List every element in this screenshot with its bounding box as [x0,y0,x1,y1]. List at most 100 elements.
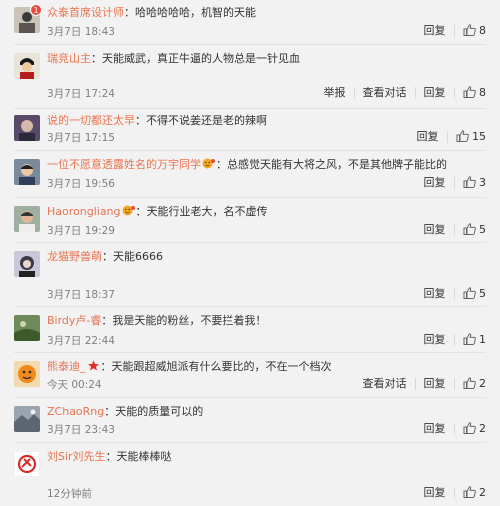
avatar[interactable] [14,361,40,387]
like-button[interactable]: 8 [463,85,486,101]
comment-time: 3月7日 17:15 [47,132,115,144]
like-count: 1 [479,333,486,346]
like-button[interactable]: 2 [463,421,486,437]
divider [14,242,486,243]
like-button[interactable]: 3 [463,175,486,191]
like-button[interactable]: 15 [456,129,486,145]
avatar[interactable] [14,251,40,277]
reply-button[interactable]: 回复 [424,332,446,348]
reply-button[interactable]: 回复 [424,23,446,39]
notification-badge: 1 [30,4,42,16]
comment-time: 3月7日 17:24 [47,88,115,100]
username-link[interactable]: Birdy卢-睿 [47,314,101,327]
avatar[interactable] [14,53,40,79]
comment-text: ：天能威武，真正牛逼的人物总是一针见血 [91,52,300,65]
like-count: 5 [479,223,486,236]
divider [453,487,455,499]
username-link[interactable]: 一位不愿意透露姓名的万宇同学 [47,158,201,171]
like-count: 8 [479,24,486,37]
comment-time: 3月7日 18:43 [47,26,115,38]
divider [14,306,486,307]
thumbs-up-icon [463,377,476,389]
avatar[interactable] [14,115,40,141]
comment-time: 3月7日 23:43 [47,424,115,436]
thumbs-up-icon [463,24,476,36]
like-count: 15 [472,130,486,143]
thumbs-up-icon [463,486,476,498]
username-link[interactable]: Haorongliang [47,205,121,218]
divider [446,131,448,143]
view-conversation-button[interactable]: 查看对话 [363,376,407,392]
username-link[interactable]: 众泰首席设计师 [47,6,124,19]
reply-button[interactable]: 回复 [424,222,446,238]
avatar[interactable] [14,206,40,232]
reply-button[interactable]: 回复 [424,421,446,437]
avatar[interactable] [14,315,40,341]
like-count: 2 [479,377,486,390]
avatar[interactable] [14,406,40,432]
comment-text: ：天能行业老大，名不虚传 [135,205,268,218]
star-icon [87,360,99,371]
username-link[interactable]: 龙猫野兽萌 [47,250,102,263]
username-link[interactable]: 熊泰迪_ [47,360,86,373]
reply-button[interactable]: 回复 [417,129,439,145]
reply-button[interactable]: 回复 [424,376,446,392]
view-conversation-button[interactable]: 查看对话 [363,85,407,101]
thumbs-up-icon [463,287,476,299]
username-link[interactable]: 刘Sir刘先生 [47,450,106,463]
like-count: 5 [479,287,486,300]
divider [453,334,455,346]
avatar[interactable] [14,451,40,477]
thumbs-up-icon [463,223,476,235]
comment-time: 3月7日 18:37 [47,289,115,301]
divider [14,442,486,443]
like-count: 2 [479,486,486,499]
thumbs-up-icon [463,86,476,98]
username-link[interactable]: 瑞竞山主 [47,52,91,65]
comment-text: ：天能6666 [102,250,163,263]
divider [14,352,486,353]
like-button[interactable]: 2 [463,376,486,392]
like-count: 3 [479,176,486,189]
divider [453,177,455,189]
avatar[interactable] [14,159,40,185]
comment-time: 3月7日 19:56 [47,178,115,190]
like-count: 8 [479,86,486,99]
comment-text: ：我是天能的粉丝，不要拦着我！ [101,314,267,327]
thumbs-up-icon [463,333,476,345]
comment-time: 12分钟前 [47,488,92,500]
like-button[interactable]: 1 [463,332,486,348]
divider [453,25,455,37]
divider [453,224,455,236]
like-button[interactable]: 2 [463,485,486,501]
report-button[interactable]: 举报 [324,85,346,101]
divider [414,87,416,99]
like-count: 2 [479,422,486,435]
reply-button[interactable]: 回复 [424,175,446,191]
divider [453,378,455,390]
comment-text: ：天能的质量可以的 [104,405,204,418]
divider [14,44,486,45]
reply-button[interactable]: 回复 [424,485,446,501]
comment-time: 3月7日 22:44 [47,335,115,347]
divider [14,108,486,109]
comment-text: ：天能跟超威旭派有什么要比的，不在一个档次 [100,360,332,373]
username-link[interactable]: ZChaoRng [47,405,104,418]
reply-button[interactable]: 回复 [424,85,446,101]
vip-emoji-icon [122,205,135,216]
reply-button[interactable]: 回复 [424,286,446,302]
divider [353,87,355,99]
vip-emoji-icon [202,158,215,169]
comment-time: 3月7日 19:29 [47,225,115,237]
divider [14,197,486,198]
divider [14,397,486,398]
username-link[interactable]: 说的一切都还太早 [47,114,135,127]
comment-time: 今天 00:24 [47,379,102,391]
like-button[interactable]: 5 [463,222,486,238]
like-button[interactable]: 5 [463,286,486,302]
comment-text: ：哈哈哈哈哈，机智的天能 [124,6,256,19]
like-button[interactable]: 8 [463,23,486,39]
divider [453,288,455,300]
thumbs-up-icon [463,176,476,188]
comment-text: ：天能棒棒哒 [105,450,172,463]
